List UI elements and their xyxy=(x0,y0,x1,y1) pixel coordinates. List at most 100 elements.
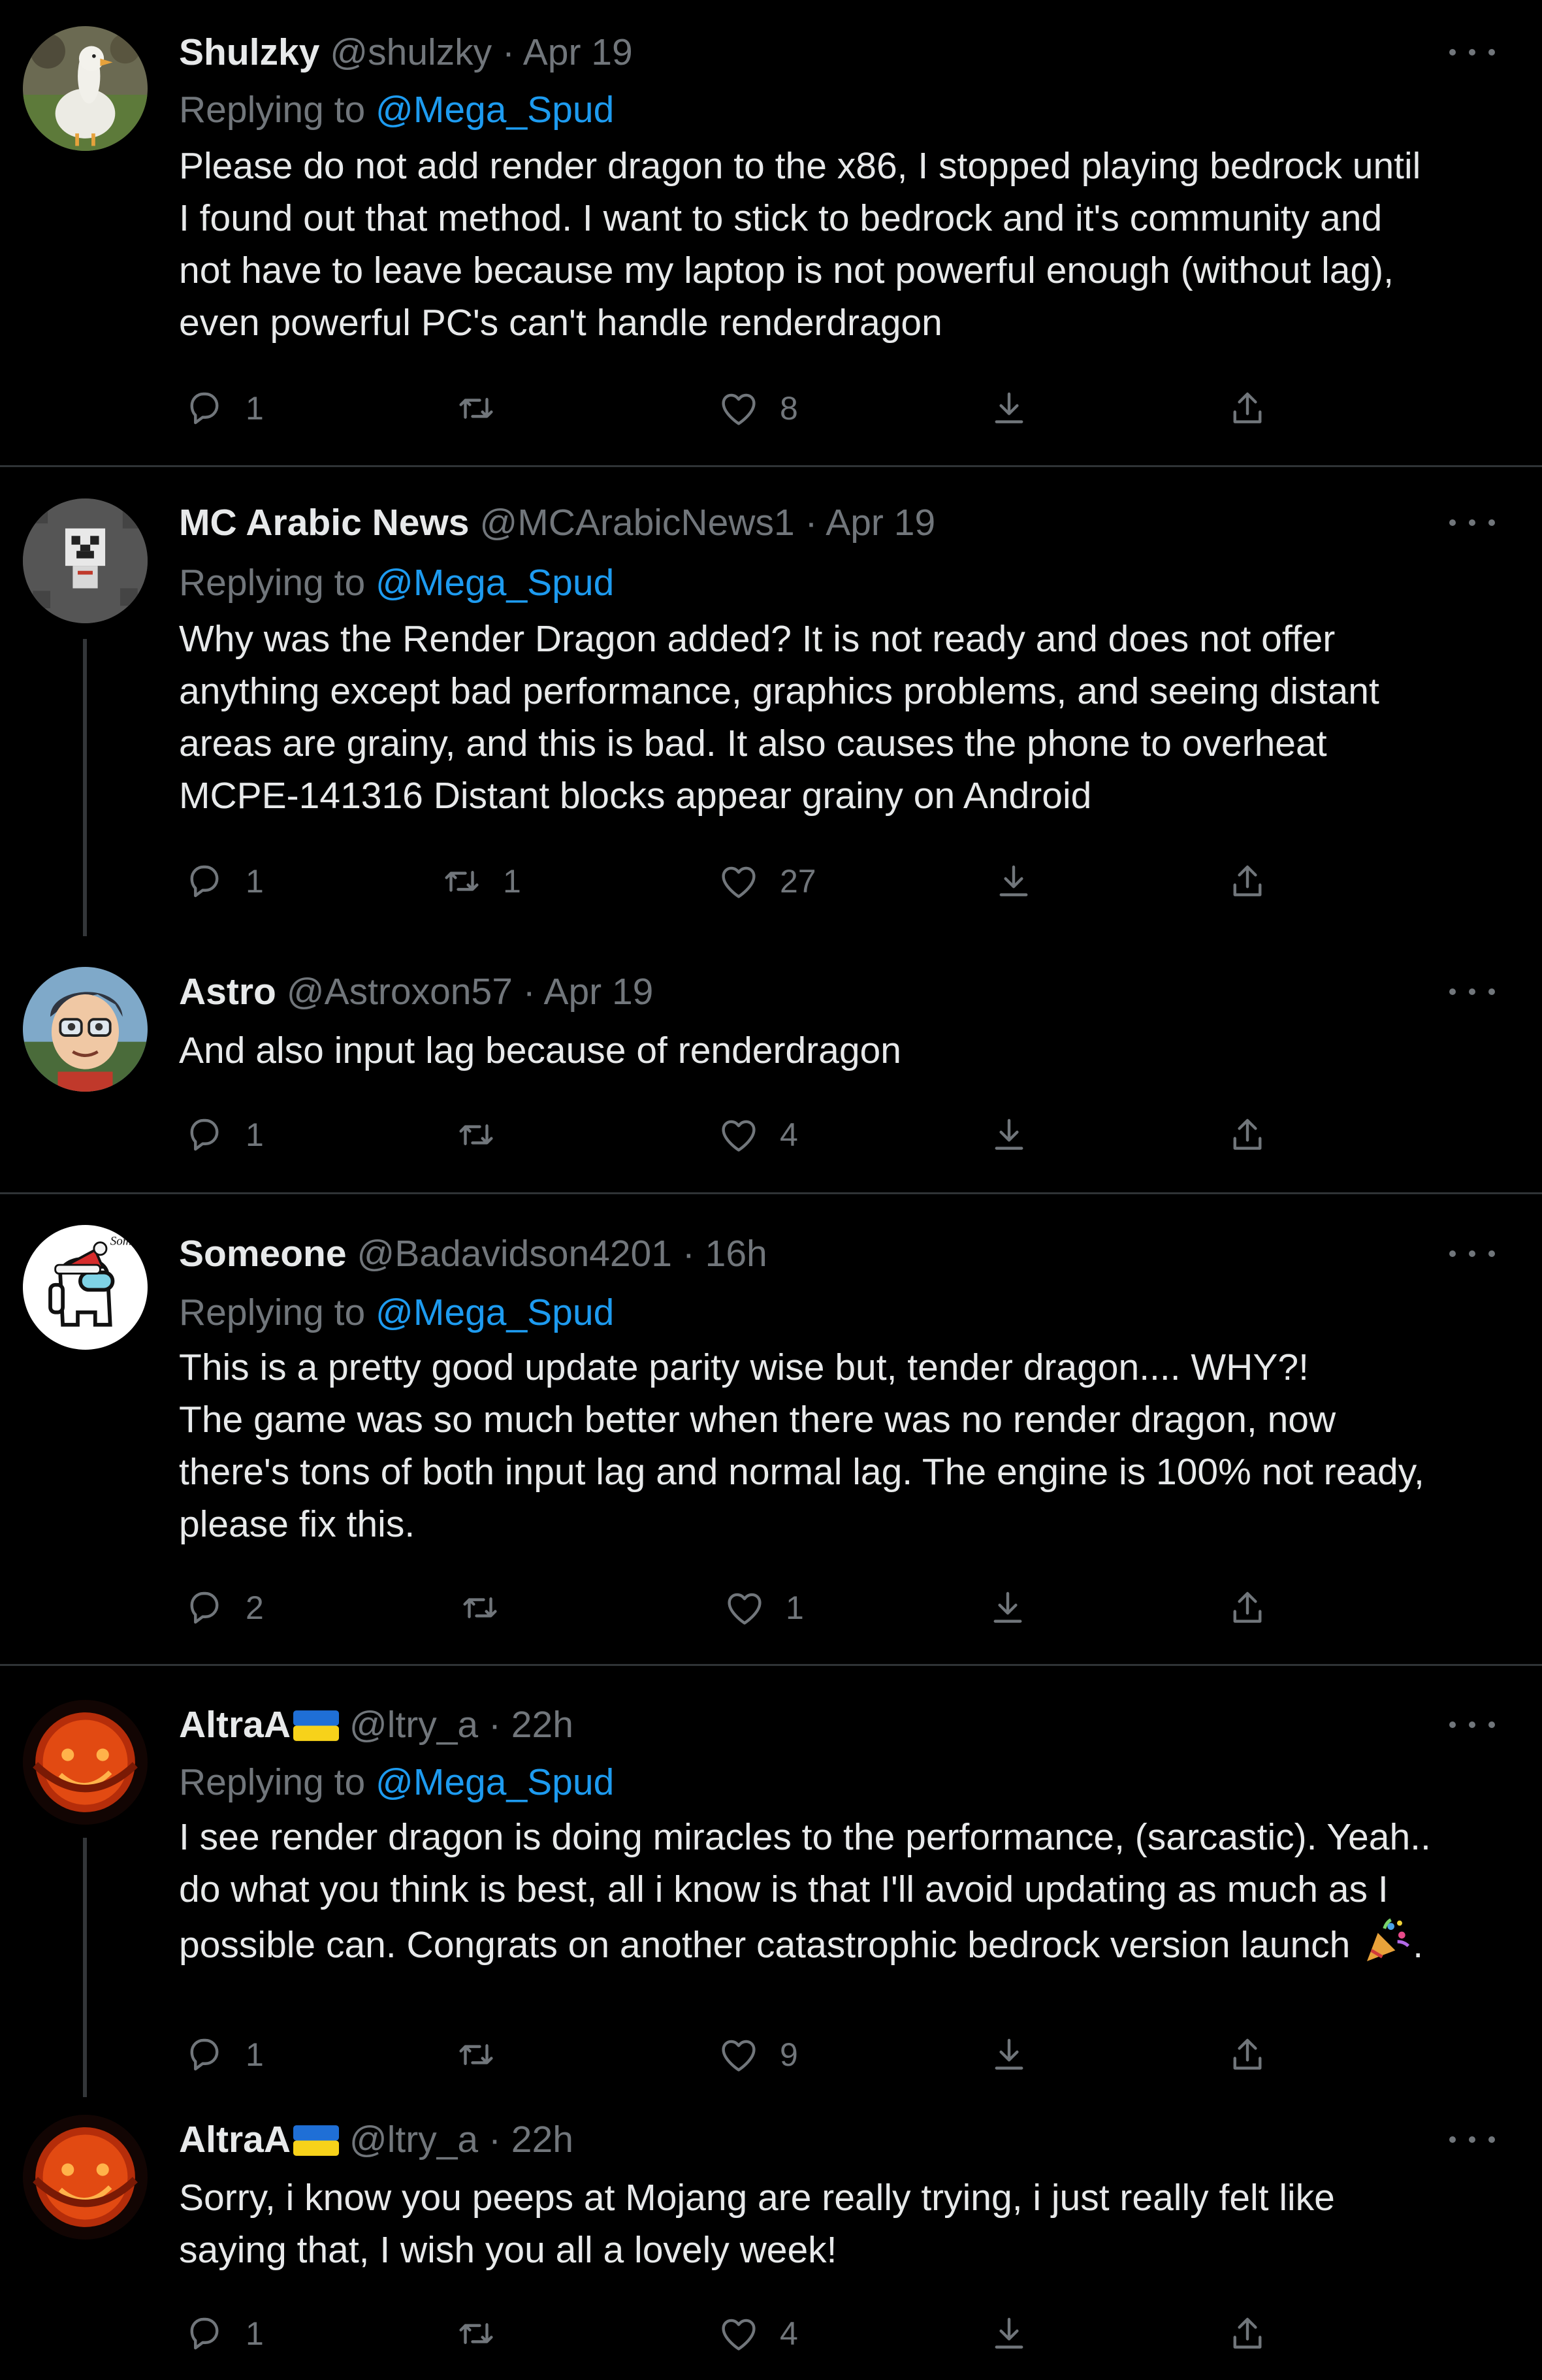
like-button[interactable]: 4 xyxy=(717,1109,798,1161)
user-handle[interactable]: @Badavidson4201 xyxy=(357,1233,672,1275)
text-line: even powerful PC's can't handle renderdr… xyxy=(179,302,942,344)
share-icon xyxy=(1233,392,1262,423)
retweet-button[interactable] xyxy=(458,1582,521,1634)
tweet-mc-arabic-news[interactable]: MC Arabic News @MCArabicNews1 · Apr 19 R… xyxy=(0,467,1542,936)
reply-button[interactable]: 2 xyxy=(183,1582,264,1634)
timestamp[interactable]: 22h xyxy=(511,1704,573,1746)
replying-to: Replying to @Mega_Spud xyxy=(179,1759,614,1805)
reply-button[interactable]: 1 xyxy=(183,1109,264,1161)
mention-link[interactable]: @Mega_Spud xyxy=(376,89,614,131)
like-count: 4 xyxy=(780,2315,798,2352)
user-handle[interactable]: @Astroxon57 xyxy=(287,971,513,1013)
text-line: areas are grainy, and this is bad. It al… xyxy=(179,723,1327,764)
retweet-button[interactable] xyxy=(455,2029,517,2081)
timestamp[interactable]: Apr 19 xyxy=(826,502,935,544)
separator-dot: · xyxy=(522,971,536,1013)
retweet-button[interactable] xyxy=(455,2307,517,2360)
text-line: Please do not add render dragon to the x… xyxy=(179,145,1421,187)
display-name[interactable]: AltraA xyxy=(179,2119,291,2160)
like-button[interactable]: 1 xyxy=(723,1582,804,1634)
action-bar: 2 1 xyxy=(179,1582,1328,1634)
orange-face-avatar-image xyxy=(23,2115,148,2240)
separator-dot: · xyxy=(502,31,515,73)
more-icon[interactable] xyxy=(1449,508,1495,534)
tweet-text: I see render dragon is doing miracles to… xyxy=(179,1811,1511,1971)
timestamp[interactable]: 22h xyxy=(511,2119,573,2160)
cartoon-avatar-image xyxy=(23,967,148,1092)
share-button[interactable] xyxy=(1226,855,1269,907)
share-button[interactable] xyxy=(1226,1582,1269,1634)
creeper-avatar-image xyxy=(23,498,148,623)
display-name[interactable]: Shulzky xyxy=(179,31,319,73)
retweet-button[interactable]: 1 xyxy=(440,855,521,907)
like-button[interactable]: 27 xyxy=(717,855,816,907)
share-button[interactable] xyxy=(1226,2029,1269,2081)
action-bar: 1 1 27 xyxy=(179,855,1328,907)
more-icon[interactable] xyxy=(1449,977,1495,1003)
reply-count: 1 xyxy=(246,2036,264,2073)
more-icon[interactable] xyxy=(1449,38,1495,64)
download-button[interactable] xyxy=(986,1582,1029,1634)
text-line-with-emoji: possible can. Congrats on another catast… xyxy=(179,1915,1511,1971)
share-button[interactable] xyxy=(1226,1109,1269,1161)
avatar-someone[interactable]: Some xyxy=(23,1225,148,1350)
mention-link[interactable]: @Mega_Spud xyxy=(376,562,614,604)
more-icon[interactable] xyxy=(1449,2125,1495,2151)
text-line: The game was so much better when there w… xyxy=(179,1399,1336,1441)
avatar-altraa[interactable] xyxy=(23,2115,148,2240)
like-button[interactable]: 8 xyxy=(717,382,798,434)
timestamp[interactable]: Apr 19 xyxy=(543,971,653,1013)
like-count: 9 xyxy=(780,2036,798,2073)
download-button[interactable] xyxy=(988,2029,1031,2081)
tweet-altraa-2[interactable]: AltraA @ltry_a · 22h Sorry, i know you p… xyxy=(0,2097,1542,2380)
reply-button[interactable]: 1 xyxy=(183,2029,264,2081)
mention-link[interactable]: @Mega_Spud xyxy=(376,1292,614,1333)
download-button[interactable] xyxy=(988,1109,1031,1161)
display-name[interactable]: Astro xyxy=(179,971,276,1013)
share-icon xyxy=(1233,2038,1262,2070)
user-handle[interactable]: @ltry_a xyxy=(349,2119,478,2160)
user-handle[interactable]: @shulzky xyxy=(330,31,492,73)
like-button[interactable]: 4 xyxy=(717,2307,798,2360)
user-handle[interactable]: @ltry_a xyxy=(349,1704,478,1746)
retweet-button[interactable] xyxy=(455,382,517,434)
display-name[interactable]: AltraA xyxy=(179,1704,291,1746)
share-button[interactable] xyxy=(1226,2307,1269,2360)
avatar-mc-arabic-news[interactable] xyxy=(23,498,148,623)
reply-button[interactable]: 1 xyxy=(183,2307,264,2360)
reply-count: 1 xyxy=(246,390,264,427)
avatar-altraa[interactable] xyxy=(23,1700,148,1825)
avatar-shulzky[interactable] xyxy=(23,26,148,151)
tweet-shulzky[interactable]: Shulzky @shulzky · Apr 19 Replying to @M… xyxy=(0,0,1542,465)
timestamp[interactable]: Apr 19 xyxy=(523,31,633,73)
tweet-astro[interactable]: Astro @Astroxon57 · Apr 19 And also inpu… xyxy=(0,936,1542,1192)
tweet-someone[interactable]: Some Someone @Badavidson4201 · 16h Reply… xyxy=(0,1194,1542,1664)
action-bar: 1 8 xyxy=(179,382,1328,434)
user-handle[interactable]: @MCArabicNews1 xyxy=(479,502,794,544)
download-button[interactable] xyxy=(988,2307,1031,2360)
mention-link[interactable]: @Mega_Spud xyxy=(376,1761,614,1803)
replying-label: Replying to xyxy=(179,562,366,604)
action-bar: 1 4 xyxy=(179,1109,1328,1161)
like-count: 4 xyxy=(780,1117,798,1153)
like-button[interactable]: 9 xyxy=(717,2029,798,2081)
text-line: I found out that method. I want to stick… xyxy=(179,197,1383,239)
timestamp[interactable]: 16h xyxy=(705,1233,767,1275)
download-button[interactable] xyxy=(988,382,1031,434)
thread-line xyxy=(83,1838,87,2097)
replying-to: Replying to @Mega_Spud xyxy=(179,1290,614,1335)
reply-button[interactable]: 1 xyxy=(183,382,264,434)
more-icon[interactable] xyxy=(1449,1239,1495,1265)
avatar-astro[interactable] xyxy=(23,967,148,1092)
display-name[interactable]: Someone xyxy=(179,1233,347,1275)
display-name[interactable]: MC Arabic News xyxy=(179,502,470,544)
more-icon[interactable] xyxy=(1449,1710,1495,1736)
retweet-icon xyxy=(463,1597,497,1618)
reply-button[interactable]: 1 xyxy=(183,855,264,907)
action-bar: 1 4 xyxy=(179,2307,1328,2360)
download-button[interactable] xyxy=(992,855,1035,907)
amongus-avatar-image: Some xyxy=(23,1225,148,1350)
retweet-button[interactable] xyxy=(455,1109,517,1161)
share-button[interactable] xyxy=(1226,382,1269,434)
tweet-altraa-1[interactable]: AltraA @ltry_a · 22h Replying to @Mega_S… xyxy=(0,1666,1542,2097)
